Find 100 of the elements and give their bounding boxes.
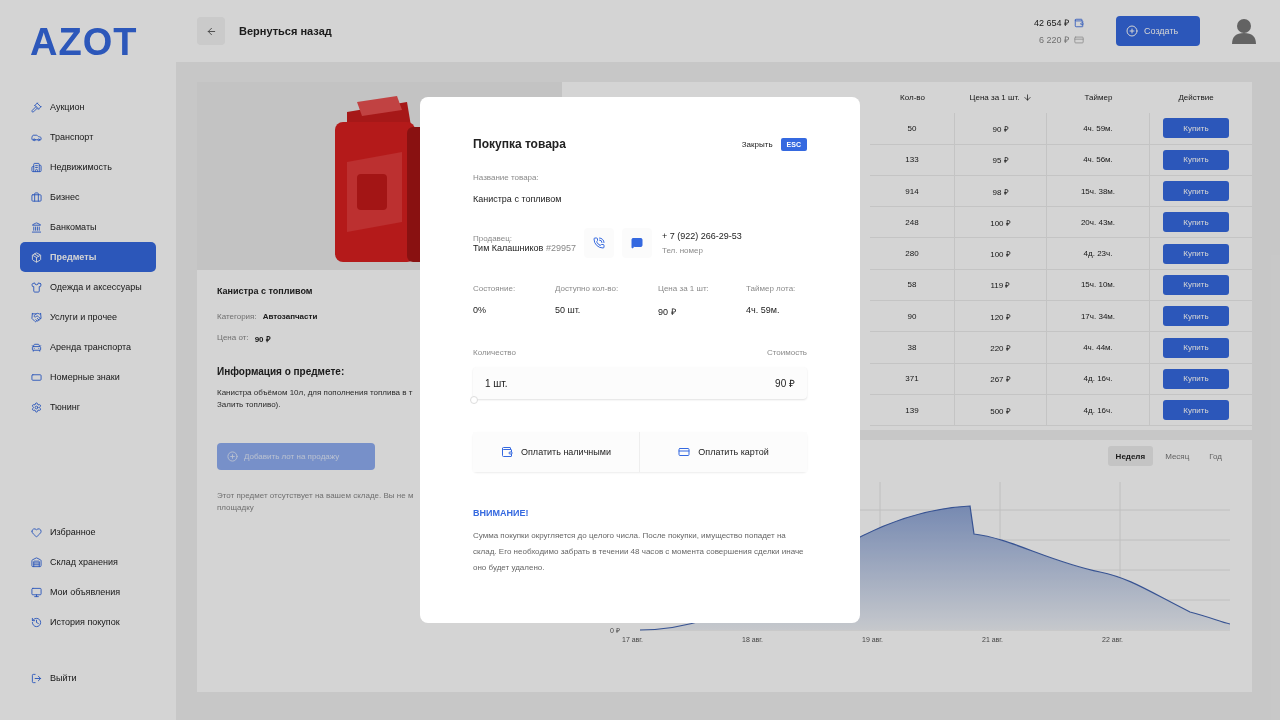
sidebar-item[interactable]: Аукцион xyxy=(20,92,156,122)
table-cell: 17ч. 34м. xyxy=(1080,311,1116,321)
table-cell: 371 xyxy=(905,374,919,384)
warning-title: ВНИМАНИЕ! xyxy=(473,508,530,518)
warehouse-icon xyxy=(31,556,42,568)
period-tab[interactable]: Год xyxy=(1201,446,1230,466)
sidebar-item[interactable]: Одежда и аксессуары xyxy=(20,272,156,302)
plate-icon xyxy=(31,371,42,383)
table-cell: 914 xyxy=(905,186,919,196)
table-cell: 15ч. 10м. xyxy=(1080,280,1116,290)
field-label: Стоимость xyxy=(766,348,807,357)
note-text: площадку xyxy=(217,502,254,514)
pay-button[interactable]: Оплатить картой xyxy=(640,432,807,472)
field-value: 4ч. 59м. xyxy=(746,305,781,317)
cash-balance: 42 654 ₽ xyxy=(1033,17,1069,29)
period-tab[interactable]: Неделя xyxy=(1107,446,1154,466)
column-header[interactable]: Цена за 1 шт. xyxy=(955,82,1047,114)
handshake-icon xyxy=(31,311,42,323)
page-title: Вернуться назад xyxy=(239,25,332,37)
plus-icon xyxy=(1126,25,1138,37)
table-cell-text: 100 ₽ xyxy=(990,217,1011,228)
field-label: Состояние: xyxy=(473,284,517,293)
sidebar-item[interactable]: Номерные знаки xyxy=(20,362,156,392)
field-label: Продавец: xyxy=(473,233,513,243)
logout-icon xyxy=(31,672,42,684)
avatar-icon[interactable] xyxy=(1232,18,1256,44)
column-header[interactable]: Таймер xyxy=(1047,82,1150,114)
field-value: 0% xyxy=(473,305,487,317)
buy-button[interactable]: Купить xyxy=(1163,400,1229,421)
table-cell: 20ч. 43м. xyxy=(1080,217,1116,227)
bank-balance: 6 220 ₽ xyxy=(1038,34,1069,46)
buy-button[interactable]: Купить xyxy=(1163,274,1229,295)
table-cell-text: 95 ₽ xyxy=(992,155,1009,166)
sidebar-item[interactable]: Недвижимость xyxy=(20,152,156,182)
sidebar-item[interactable]: Избранное xyxy=(20,517,156,547)
table-cell-text: 120 ₽ xyxy=(990,311,1011,322)
call-button[interactable] xyxy=(583,228,614,258)
quantity-field[interactable]: 1 шт. 90 ₽ xyxy=(473,367,807,399)
bank-icon xyxy=(31,221,42,233)
field-label: Цена за 1 шт: xyxy=(658,284,710,293)
buy-button[interactable]: Купить xyxy=(1163,118,1229,139)
briefcase-icon xyxy=(31,191,42,203)
table-cell: 50 xyxy=(907,123,917,133)
sidebar-item[interactable]: Бизнес xyxy=(20,182,156,212)
chat-icon xyxy=(630,237,643,249)
sidebar-item[interactable]: Тюнинг xyxy=(20,392,156,422)
create-button[interactable]: Создать xyxy=(1116,16,1200,46)
sidebar-item[interactable]: Выйти xyxy=(20,663,156,693)
buy-button[interactable]: Купить xyxy=(1163,337,1229,358)
sort-arrow-icon xyxy=(1023,93,1033,103)
buy-button[interactable]: Купить xyxy=(1163,212,1229,233)
period-tab[interactable]: Месяц xyxy=(1157,446,1198,466)
column-header[interactable]: Действие xyxy=(1150,82,1242,114)
sidebar-item[interactable]: Банкоматы xyxy=(20,212,156,242)
field-value: 90 ₽ xyxy=(658,306,677,318)
table-cell: 133 xyxy=(905,155,919,165)
buy-button[interactable]: Купить xyxy=(1163,149,1229,170)
pay-button[interactable]: Оплатить наличными xyxy=(473,432,640,472)
sidebar-item[interactable]: Транспорт xyxy=(20,122,156,152)
table-cell: 4ч. 59м. xyxy=(1083,123,1113,133)
buy-button[interactable]: Купить xyxy=(1163,181,1229,202)
description-text: Залить топливо). xyxy=(217,399,281,411)
table-cell: 248 xyxy=(905,217,919,227)
note-text: Этот предмет отсутствует на вашем складе. Вы не м xyxy=(217,490,414,502)
sidebar-item[interactable]: Аренда транспорта xyxy=(20,332,156,362)
gear-icon xyxy=(31,401,42,413)
dialog-title: Покупка товара xyxy=(473,137,566,151)
gavel-icon xyxy=(31,101,42,113)
table-cell: 58 xyxy=(907,280,917,290)
monitor-icon xyxy=(31,586,42,598)
phone-icon xyxy=(592,237,605,249)
buy-button[interactable]: Купить xyxy=(1163,368,1229,389)
field-label: Тел. номер xyxy=(661,246,704,255)
sidebar-item[interactable]: Мои объявления xyxy=(20,577,156,607)
table-cell: 280 xyxy=(905,249,919,259)
sidebar-item[interactable]: Склад хранения xyxy=(20,547,156,577)
table-cell-text: 220 ₽ xyxy=(990,343,1011,353)
buy-button[interactable]: Купить xyxy=(1163,306,1229,327)
shirt-icon xyxy=(31,281,42,293)
table-cell: 4д. 16ч. xyxy=(1083,405,1113,415)
category-label: Категория: xyxy=(217,312,257,321)
slider-thumb[interactable] xyxy=(470,396,478,404)
building-icon xyxy=(31,161,42,173)
sidebar-item[interactable]: История покупок xyxy=(20,607,156,637)
buy-button[interactable]: Купить xyxy=(1163,243,1229,264)
message-button[interactable] xyxy=(621,228,652,258)
table-cell-text: 267 ₽ xyxy=(990,374,1011,385)
box-icon xyxy=(31,251,42,263)
table-cell: 4д. 16ч. xyxy=(1083,374,1113,384)
column-header[interactable]: Кол-во xyxy=(870,82,955,114)
table-cell: 4ч. 44м. xyxy=(1083,343,1113,352)
table-cell-text: 119 ₽ xyxy=(990,280,1011,291)
sidebar-item[interactable]: Услуги и прочее xyxy=(20,302,156,332)
logo: AZOT xyxy=(29,22,139,62)
table-cell: 90 xyxy=(907,311,917,321)
wallet-icon xyxy=(1074,17,1084,28)
sidebar-item[interactable]: Предметы xyxy=(20,242,156,272)
table-cell-text: 90 ₽ xyxy=(992,123,1009,134)
description-text: Канистра объёмом 10л, для пополнения топлива в т xyxy=(217,387,413,399)
close-link[interactable]: Закрыть xyxy=(741,139,773,149)
